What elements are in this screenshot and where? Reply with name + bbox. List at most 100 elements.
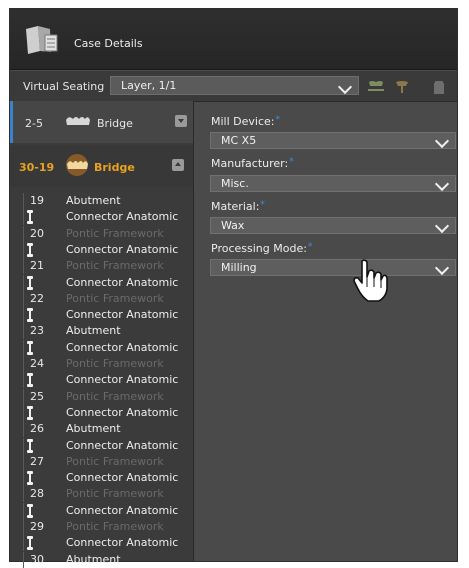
mill-device-value: MC X5: [221, 134, 257, 147]
chevron-down-icon: [434, 133, 450, 149]
tree-line: [23, 274, 24, 291]
connector-icon: [27, 471, 33, 486]
tree-line: [23, 388, 24, 405]
tree-line: [23, 290, 24, 307]
tree-line: [23, 470, 24, 487]
pontic-label: Pontic Framework: [66, 520, 164, 533]
tooth-number: 25: [30, 389, 44, 403]
tree-line: [23, 209, 24, 226]
abutment-label: Abutment: [66, 422, 121, 436]
processing-mode-label: Processing Mode:*: [211, 242, 313, 255]
tooth-row[interactable]: 25 Pontic Framework: [10, 388, 193, 405]
connector-label: Connector Anatomic: [66, 536, 179, 550]
connector-row[interactable]: Connector Anatomic: [10, 502, 193, 519]
trash-icon[interactable]: [430, 80, 448, 94]
tooth-number: 24: [30, 357, 44, 370]
tooth-number: 23: [30, 324, 44, 338]
connector-row[interactable]: Connector Anatomic: [10, 339, 193, 356]
tooth-row[interactable]: 20 Pontic Framework: [10, 225, 193, 242]
chevron-down-icon: [337, 79, 353, 95]
window-title: Case Details: [74, 37, 143, 50]
tree-line: [23, 519, 24, 535]
connector-row[interactable]: Connector Anatomic: [10, 307, 193, 324]
material-label: Material:*: [211, 200, 265, 213]
jaw-icon[interactable]: [393, 80, 411, 94]
connector-row[interactable]: Connector Anatomic: [10, 241, 193, 258]
expand-button[interactable]: [175, 115, 187, 127]
connector-label: Connector Anatomic: [66, 340, 179, 354]
tooth-row[interactable]: 21 Pontic Framework: [10, 258, 193, 275]
tree-line: [23, 421, 24, 438]
connector-icon: [27, 373, 33, 388]
connector-row[interactable]: Connector Anatomic: [10, 372, 193, 389]
processing-mode-value: Milling: [221, 261, 257, 274]
bridge-item-2-5[interactable]: 2-5 Bridge: [10, 101, 193, 143]
tree-line: [23, 404, 24, 421]
tree-line: [23, 372, 24, 389]
connector-row[interactable]: Connector Anatomic: [10, 274, 193, 291]
processing-mode-select[interactable]: Milling: [210, 259, 456, 276]
tooth-row[interactable]: 26 Abutment: [10, 421, 193, 438]
tree-line: [23, 193, 24, 209]
tooth-number: 27: [30, 454, 44, 468]
tooth-number: 28: [30, 487, 44, 501]
connector-icon: [27, 242, 33, 257]
connector-icon: [27, 438, 33, 453]
pontic-label: Pontic Framework: [66, 487, 164, 501]
pontic-label: Pontic Framework: [66, 259, 164, 273]
tooth-number: 20: [30, 226, 44, 240]
tree-line: [23, 486, 24, 503]
show-crown-icon[interactable]: [367, 80, 385, 94]
tree-line: [23, 535, 24, 552]
tooth-row[interactable]: 27 Pontic Framework: [10, 453, 193, 470]
connector-icon: [27, 503, 33, 518]
tooth-number: 22: [30, 291, 44, 305]
bridge-item-30-19[interactable]: 30-19 Bridge: [10, 145, 193, 187]
mill-device-select[interactable]: MC X5: [210, 132, 456, 149]
manufacturer-label: Manufacturer:*: [211, 157, 294, 170]
mill-device-label: Mill Device:*: [211, 115, 280, 128]
material-select[interactable]: Wax: [210, 217, 456, 234]
tree-line: [23, 356, 24, 372]
material-value: Wax: [221, 219, 245, 232]
tooth-row[interactable]: 30 Abutment: [10, 551, 193, 568]
tooth-row[interactable]: 29 Pontic Framework: [10, 519, 193, 535]
bridge-list-panel: 2-5 Bridge 30-19 Bridge 19 Abutment Connec…: [10, 101, 194, 568]
hand-cursor-icon: [353, 259, 388, 302]
connector-label: Connector Anatomic: [66, 210, 179, 224]
collapse-button[interactable]: [172, 159, 184, 171]
connector-label: Connector Anatomic: [66, 275, 179, 289]
connector-label: Connector Anatomic: [66, 308, 179, 322]
connector-label: Connector Anatomic: [66, 503, 179, 517]
tree-line: [23, 453, 24, 470]
tree-line: [23, 437, 24, 454]
chevron-down-icon: [434, 218, 450, 234]
case-icon: [26, 26, 58, 54]
connector-row[interactable]: Connector Anatomic: [10, 404, 193, 421]
connector-icon: [27, 536, 33, 551]
tooth-number: 29: [30, 520, 44, 533]
connector-row[interactable]: Connector Anatomic: [10, 470, 193, 487]
title-bar: Case Details: [10, 9, 457, 70]
tooth-number: 19: [30, 194, 44, 207]
connector-icon: [27, 275, 33, 290]
connector-icon: [27, 210, 33, 225]
chevron-down-icon: [434, 176, 450, 192]
bridge-icon: [66, 117, 90, 125]
bridge-icon: [66, 154, 88, 176]
bridge-name: Bridge: [97, 117, 133, 130]
layer-select-value: Layer, 1/1: [121, 79, 177, 92]
connector-row[interactable]: Connector Anatomic: [10, 209, 193, 226]
tooth-row[interactable]: 24 Pontic Framework: [10, 356, 193, 372]
tree-line: [23, 502, 24, 519]
bridge-range: 30-19: [19, 161, 55, 174]
layer-select[interactable]: Layer, 1/1: [110, 76, 359, 95]
tooth-row[interactable]: 28 Pontic Framework: [10, 486, 193, 503]
tooth-row[interactable]: 22 Pontic Framework: [10, 290, 193, 307]
tooth-row[interactable]: 23 Abutment: [10, 323, 193, 340]
connector-row[interactable]: Connector Anatomic: [10, 437, 193, 454]
virtual-seating-toolbar: Virtual Seating Layer, 1/1: [10, 71, 457, 102]
connector-row[interactable]: Connector Anatomic: [10, 535, 193, 552]
manufacturer-select[interactable]: Misc.: [210, 175, 456, 192]
tooth-row[interactable]: 19 Abutment: [10, 193, 193, 209]
